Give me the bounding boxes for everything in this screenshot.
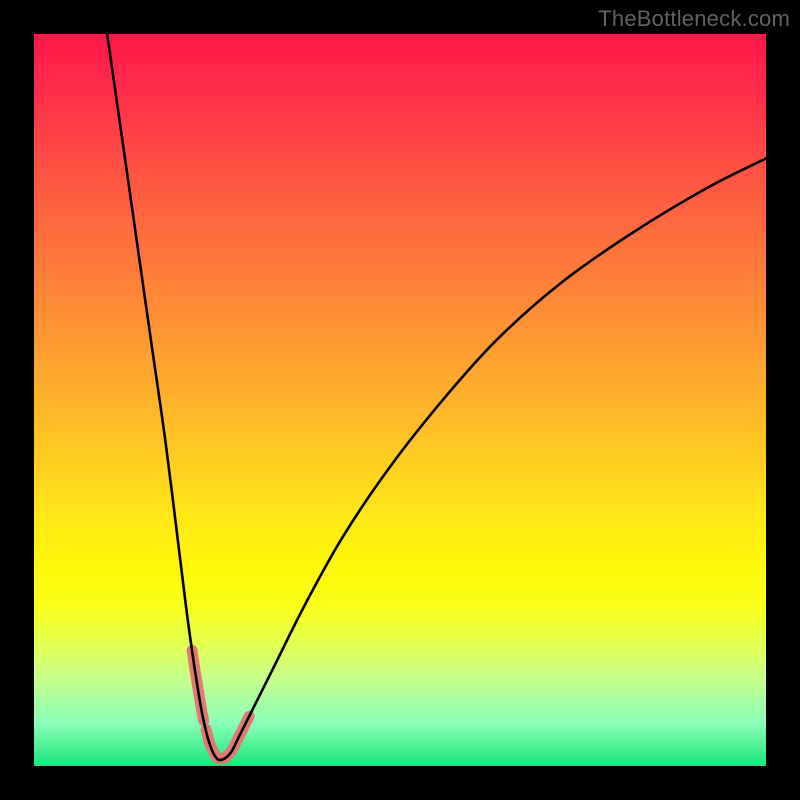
plot-area xyxy=(34,34,766,766)
watermark-text: TheBottleneck.com xyxy=(598,6,790,32)
bottleneck-curve xyxy=(107,34,766,760)
chart-frame: TheBottleneck.com xyxy=(0,0,800,800)
chart-curve-layer xyxy=(34,34,766,766)
